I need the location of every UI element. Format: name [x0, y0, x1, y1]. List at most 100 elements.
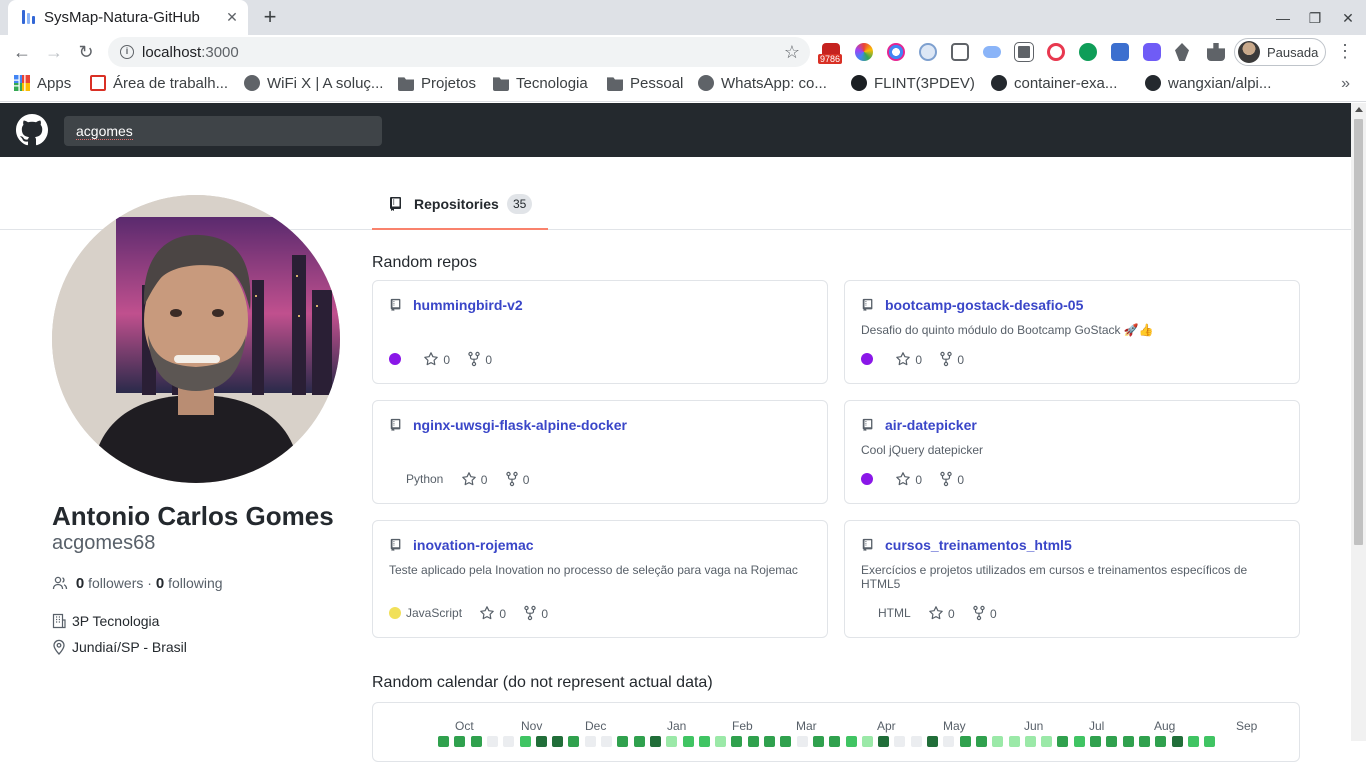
calendar-day-cell[interactable] — [1041, 736, 1053, 747]
calendar-day-cell[interactable] — [1008, 736, 1020, 747]
browser-menu-icon[interactable]: ⋮ — [1336, 41, 1354, 62]
bookmark-flint[interactable]: FLINT(3PDEV) — [851, 75, 975, 95]
calendar-day-cell[interactable] — [519, 736, 531, 747]
calendar-day-cell[interactable] — [731, 736, 743, 747]
calendar-day-cell[interactable] — [959, 736, 971, 747]
printer-extension-icon[interactable] — [1111, 43, 1129, 61]
calendar-day-cell[interactable] — [812, 736, 824, 747]
calendar-day-cell[interactable] — [568, 736, 580, 747]
calendar-day-cell[interactable] — [1138, 736, 1150, 747]
repo-stars[interactable]: 0 — [895, 471, 922, 487]
repo-stars[interactable]: 0 — [423, 351, 450, 367]
calendar-day-cell[interactable] — [829, 736, 841, 747]
scroll-up-icon[interactable] — [1355, 107, 1363, 112]
tab-close-icon[interactable]: ✕ — [224, 9, 240, 25]
calendar-day-cell[interactable] — [975, 736, 987, 747]
repo-forks[interactable]: 0 — [467, 351, 492, 367]
calendar-day-cell[interactable] — [1057, 736, 1069, 747]
calendar-day-cell[interactable] — [1024, 736, 1036, 747]
calendar-day-cell[interactable] — [1171, 736, 1183, 747]
repo-forks[interactable]: 0 — [972, 605, 997, 621]
calendar-day-cell[interactable] — [617, 736, 629, 747]
following-link[interactable]: 0 following — [156, 575, 223, 592]
repo-name-link[interactable]: cursos_treinamentos_html5 — [885, 537, 1072, 553]
repo-stars[interactable]: 0 — [928, 605, 955, 621]
calendar-day-cell[interactable] — [1073, 736, 1085, 747]
search-input[interactable]: acgomes — [64, 116, 382, 146]
scroll-thumb[interactable] — [1354, 119, 1363, 545]
repo-stars[interactable]: 0 — [895, 351, 922, 367]
tab-repositories[interactable]: Repositories 35 — [372, 182, 548, 230]
calendar-day-cell[interactable] — [584, 736, 596, 747]
address-bar[interactable]: i localhost:3000 ☆ — [108, 37, 810, 67]
calendar-day-cell[interactable] — [633, 736, 645, 747]
bookmark-projetos[interactable]: Projetos — [398, 75, 476, 95]
calendar-day-cell[interactable] — [927, 736, 938, 747]
forward-button[interactable]: → — [43, 41, 65, 63]
github-logo-icon[interactable] — [16, 114, 48, 146]
calendar-day-cell[interactable] — [1155, 736, 1167, 747]
cloud-extension-icon[interactable] — [983, 46, 1001, 58]
bookmark-wifi-x[interactable]: WiFi X | A soluç... — [244, 75, 383, 95]
bookmark-apps[interactable]: Apps — [14, 75, 71, 95]
calendar-day-cell[interactable] — [992, 736, 1004, 747]
bookmark-area-de-trabalho[interactable]: Área de trabalh... — [90, 75, 228, 95]
calendar-day-cell[interactable] — [861, 736, 873, 747]
calendar-day-cell[interactable] — [878, 736, 890, 747]
calendar-day-cell[interactable] — [535, 736, 547, 747]
page-scrollbar[interactable] — [1351, 103, 1366, 741]
calendar-day-cell[interactable] — [764, 736, 775, 747]
calendar-day-cell[interactable] — [747, 736, 759, 747]
calendar-day-cell[interactable] — [845, 736, 857, 747]
extensions-puzzle-icon[interactable] — [1207, 43, 1225, 61]
repo-name-link[interactable]: bootcamp-gostack-desafio-05 — [885, 297, 1083, 313]
calendar-day-cell[interactable] — [438, 736, 449, 747]
calendar-day-cell[interactable] — [698, 736, 710, 747]
repo-name-link[interactable]: inovation-rojemac — [413, 537, 534, 553]
repo-forks[interactable]: 0 — [505, 471, 529, 487]
profile-button[interactable]: Pausada — [1234, 38, 1326, 66]
restore-icon[interactable]: ❐ — [1305, 8, 1325, 28]
calendar-day-cell[interactable] — [1204, 736, 1216, 747]
calendar-day-cell[interactable] — [943, 736, 955, 747]
followers-link[interactable]: 0 followers — [76, 575, 143, 592]
browser-tab-active[interactable]: SysMap-Natura-GitHub ✕ — [8, 0, 248, 35]
calendar-day-cell[interactable] — [666, 736, 678, 747]
bookmark-pessoal[interactable]: Pessoal — [607, 75, 683, 95]
calendar-day-cell[interactable] — [552, 736, 564, 747]
repo-forks[interactable]: 0 — [939, 471, 964, 487]
calendar-day-cell[interactable] — [601, 736, 612, 747]
site-info-icon[interactable]: i — [120, 45, 134, 59]
calendar-day-cell[interactable] — [1122, 736, 1134, 747]
color-picker-extension-icon[interactable] — [855, 43, 873, 61]
video-extension-icon[interactable] — [1143, 43, 1161, 61]
calendar-day-cell[interactable] — [780, 736, 792, 747]
new-tab-button[interactable]: + — [258, 6, 282, 30]
calendar-day-cell[interactable] — [894, 736, 906, 747]
bookmarks-overflow-icon[interactable]: » — [1341, 75, 1350, 93]
calendar-day-cell[interactable] — [910, 736, 922, 747]
bookmark-container-example[interactable]: container-exa... — [991, 75, 1117, 95]
repo-name-link[interactable]: nginx-uwsgi-flask-alpine-docker — [413, 417, 627, 433]
calendar-day-cell[interactable] — [682, 736, 694, 747]
info-extension-icon[interactable] — [919, 43, 937, 61]
calendar-day-cell[interactable] — [503, 736, 515, 747]
calendar-day-cell[interactable] — [1090, 736, 1101, 747]
trello-extension-icon[interactable] — [1014, 42, 1034, 62]
repo-stars[interactable]: 0 — [479, 605, 506, 621]
calendar-day-cell[interactable] — [470, 736, 482, 747]
calendar-day-cell[interactable] — [649, 736, 661, 747]
calendar-day-cell[interactable] — [715, 736, 727, 747]
grid-extension-icon[interactable] — [951, 43, 969, 61]
calendar-day-cell[interactable] — [454, 736, 466, 747]
repo-stars[interactable]: 0 — [461, 471, 487, 487]
screen-recorder-extension-icon[interactable] — [887, 43, 905, 61]
bookmark-tecnologia[interactable]: Tecnologia — [493, 75, 588, 95]
minimize-icon[interactable]: — — [1273, 8, 1293, 28]
calendar-day-cell[interactable] — [1187, 736, 1199, 747]
calendar-day-cell[interactable] — [486, 736, 498, 747]
shield-extension-icon[interactable] — [1079, 43, 1097, 61]
back-button[interactable]: ← — [11, 41, 33, 63]
repo-forks[interactable]: 0 — [523, 605, 548, 621]
repo-name-link[interactable]: hummingbird-v2 — [413, 297, 523, 313]
